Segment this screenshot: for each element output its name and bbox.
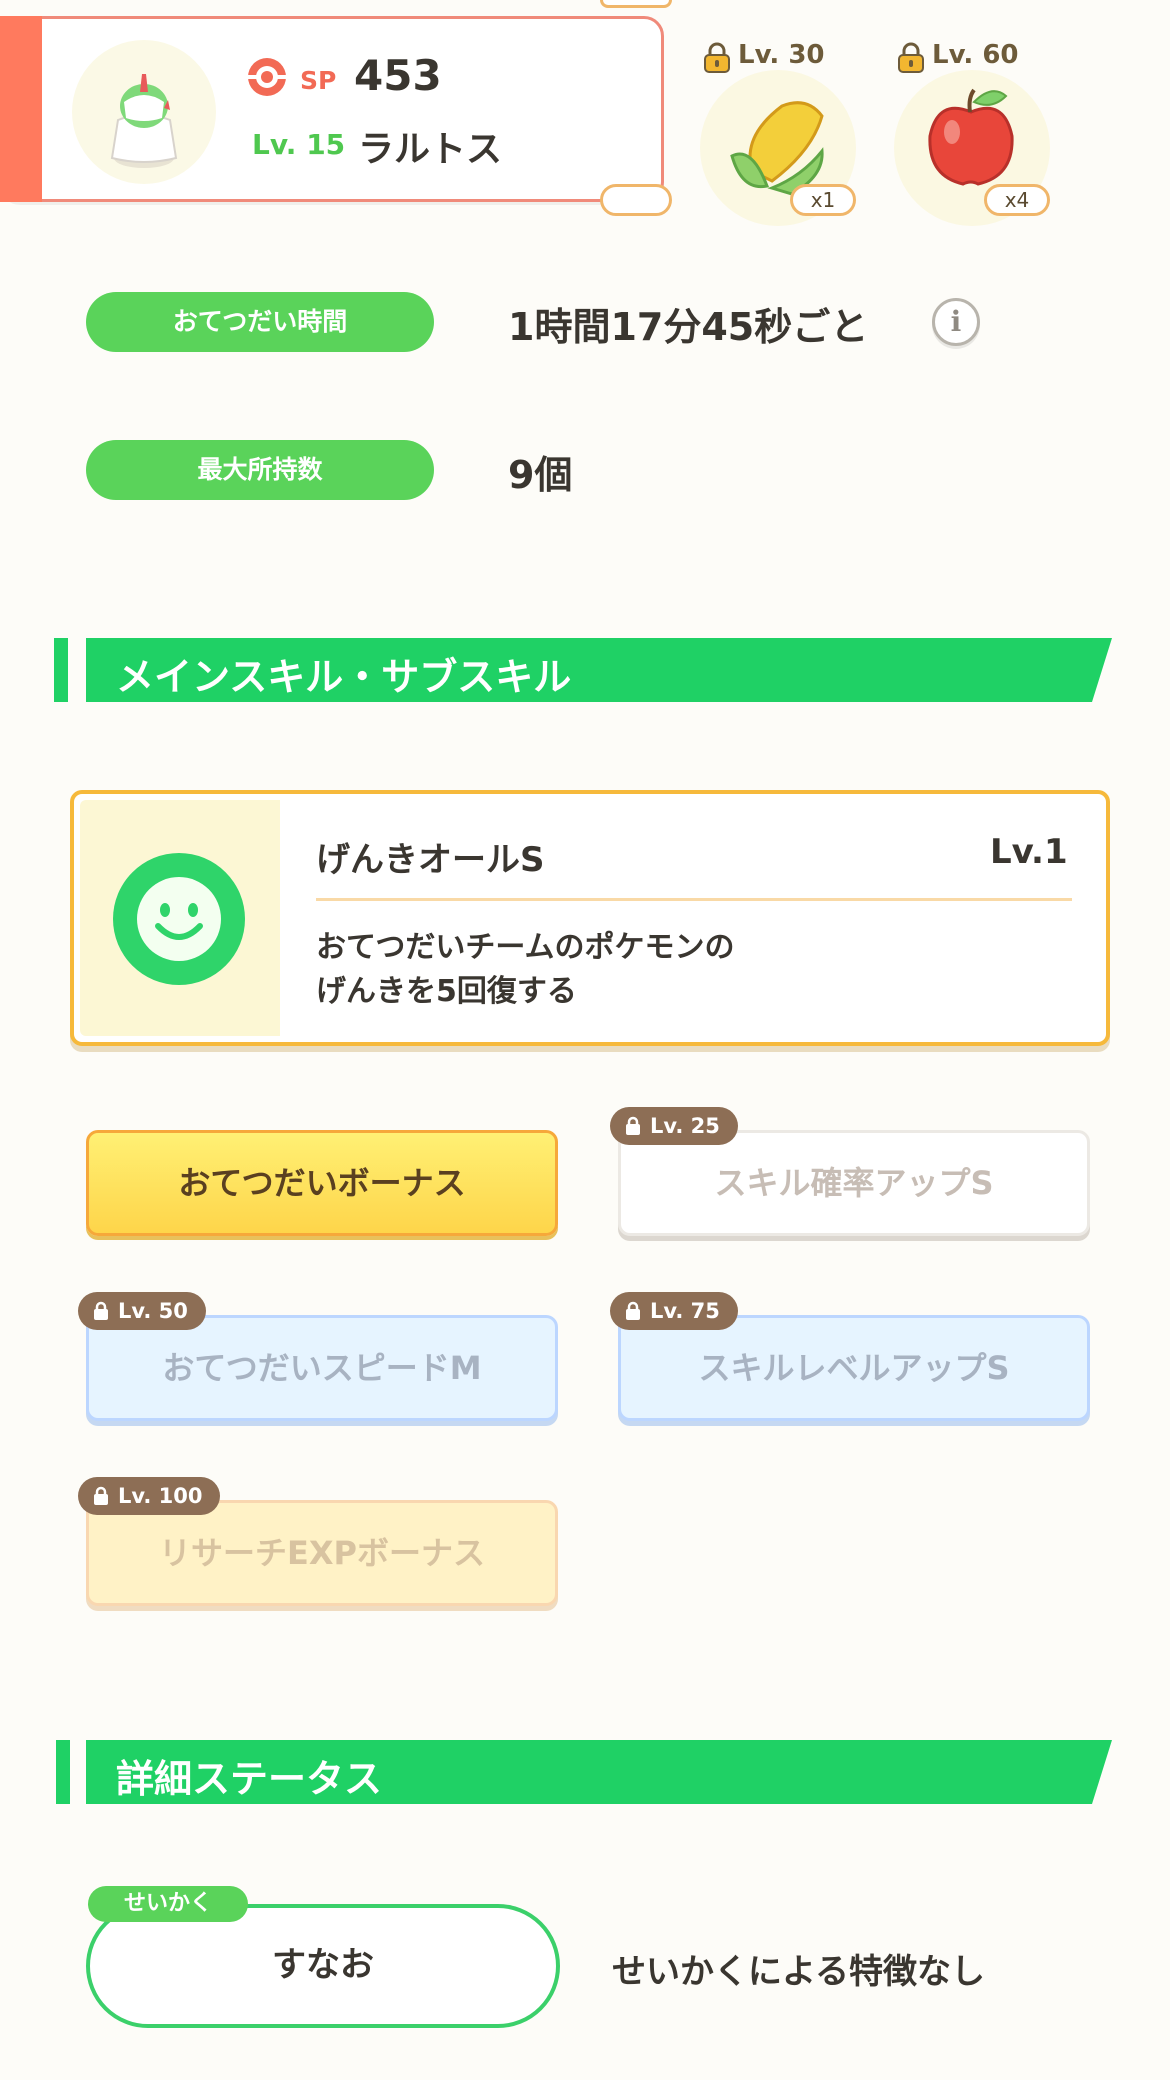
ingredient-slot-lv30[interactable]: Lv. 30 x1 [692,36,862,226]
skill-desc-line2: げんきを5回復する [316,974,577,1009]
sub-skill-skill-trigger-up-s[interactable]: スキル確率アップS [618,1130,1090,1236]
nature-tag: せいかく [88,1886,248,1922]
skills-section-title: メインスキル・サブスキル [116,655,572,699]
sub-skill-lock-badge: Lv. 100 [78,1477,221,1515]
sub-skill-lock-badge: Lv. 25 [610,1107,738,1145]
lock-level: Lv. 75 [650,1299,720,1323]
sp-label: SP [300,66,337,95]
pokemon-avatar [72,40,216,184]
hidden-ingredient-qty-badge [600,184,672,216]
details-section-title: 詳細ステータス [116,1757,383,1801]
section-tick [56,1740,70,1804]
sp-value: 453 [354,51,442,100]
sub-skill-lock-badge: Lv. 75 [610,1292,738,1330]
sub-skill-skill-level-up-s[interactable]: スキルレベルアップS [618,1315,1090,1421]
card-accent-stripe [0,16,42,202]
skill-divider [316,898,1072,901]
lock-icon [94,1486,108,1505]
ingredient-quantity: x4 [984,184,1050,216]
main-skill-description: おてつだいチームのポケモンの げんきを5回復する [316,926,735,1014]
help-time-label: おてつだい時間 [86,292,434,352]
lock-icon [94,1301,108,1320]
help-time-value: 1時間17分45秒ごと [508,305,869,349]
sub-skill-help-speed-m[interactable]: おてつだいスピードM [86,1315,558,1421]
max-carry-label: 最大所持数 [86,440,434,500]
ingredient-unlock-level: Lv. 30 [738,40,825,70]
section-tick [54,638,68,702]
skill-desc-line1: おてつだいチームのポケモンの [316,930,735,965]
lock-icon [626,1116,640,1135]
lock-icon [704,42,730,73]
hidden-ingredient-top-badge [600,0,672,8]
ingredient-unlock-level: Lv. 60 [932,40,1019,70]
lock-icon [898,42,924,73]
ingredient-slot-lv60[interactable]: Lv. 60 x4 [886,36,1056,226]
pokeball-sp-icon [248,58,286,96]
pokemon-name: ラルトス [358,129,503,170]
ralts-icon [110,74,178,168]
info-button[interactable]: i [932,298,980,346]
lock-level: Lv. 50 [118,1299,188,1323]
nature-description: せいかくによる特徴なし [612,1952,985,1992]
lock-level: Lv. 100 [118,1484,203,1508]
lock-icon [626,1301,640,1320]
main-skill-level: Lv.1 [990,832,1068,872]
sub-skill-help-bonus[interactable]: おてつだいボーナス [86,1130,558,1236]
max-carry-value: 9個 [508,453,573,497]
pokemon-level: Lv. 15 [252,128,346,161]
lock-level: Lv. 25 [650,1114,720,1138]
smiley-icon [113,853,245,985]
sub-skill-research-exp-bonus[interactable]: リサーチEXPボーナス [86,1500,558,1606]
main-skill-name: げんきオールS [316,840,545,880]
nature-value-box[interactable]: すなお [86,1904,560,2028]
sub-skill-lock-badge: Lv. 50 [78,1292,206,1330]
ingredient-quantity: x1 [790,184,856,216]
